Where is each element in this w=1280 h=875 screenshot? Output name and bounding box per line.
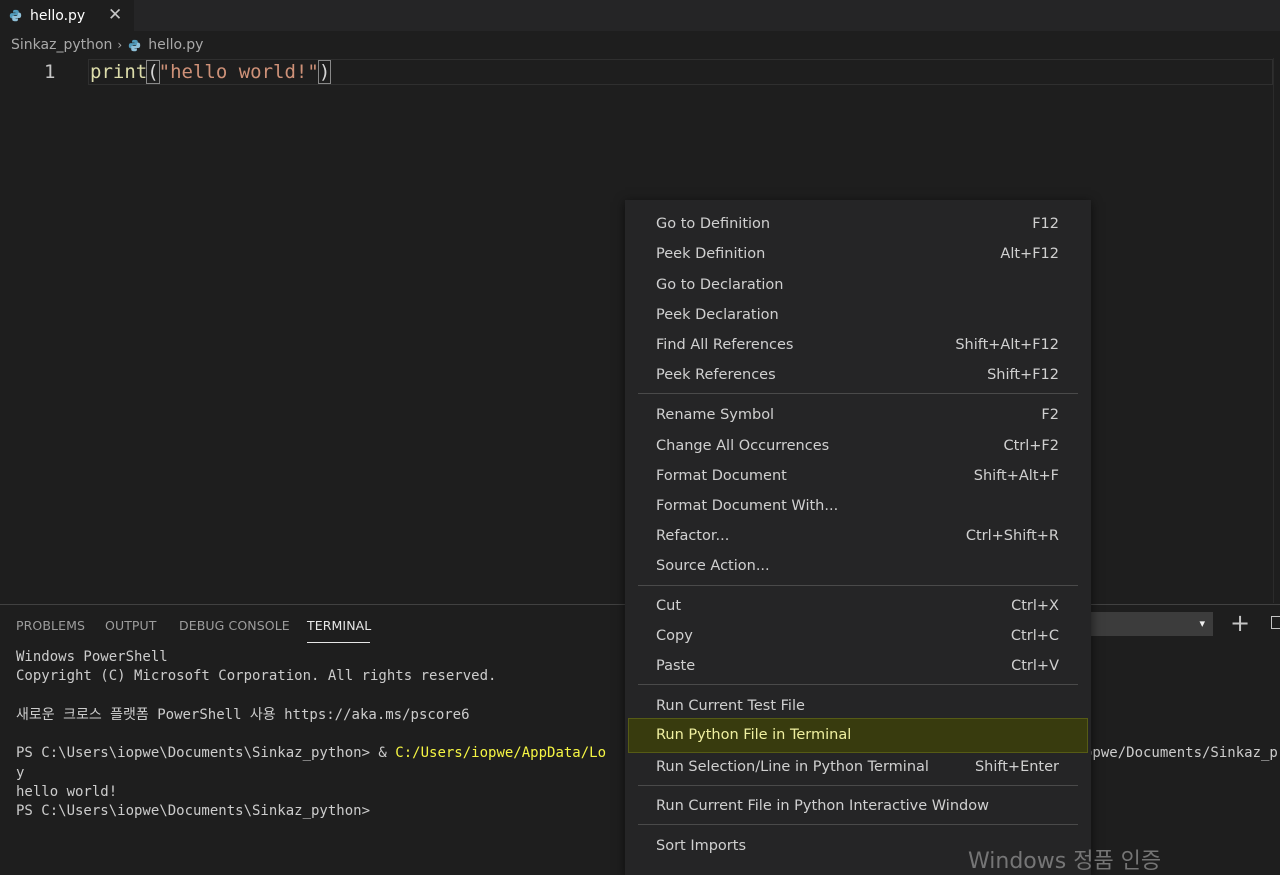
terminal-output[interactable]: Windows PowerShell Copyright (C) Microsof… bbox=[16, 648, 606, 822]
menu-item-find-all-references[interactable]: Find All References Shift+Alt+F12 bbox=[633, 333, 1083, 359]
tab-problems[interactable]: PROBLEMS bbox=[16, 618, 85, 633]
terminal-line: hello world! bbox=[16, 784, 118, 801]
menu-item-rename-symbol[interactable]: Rename Symbol F2 bbox=[633, 403, 1083, 429]
terminal-command-path: C:/Users/iopwe/AppData/Lo bbox=[395, 745, 607, 762]
menu-item-peek-declaration[interactable]: Peek Declaration bbox=[633, 303, 1083, 329]
menu-item-go-to-definition[interactable]: Go to Definition F12 bbox=[633, 212, 1083, 238]
code-paren-close: ) bbox=[317, 60, 332, 84]
tab-output[interactable]: OUTPUT bbox=[105, 618, 157, 633]
breadcrumb-file[interactable]: hello.py bbox=[148, 37, 203, 53]
terminal-line: ​ bbox=[16, 687, 606, 706]
python-icon bbox=[129, 39, 141, 51]
terminal-line: ​ bbox=[16, 725, 606, 744]
menu-item-run-python-file-in-terminal[interactable]: Run Python File in Terminal bbox=[628, 718, 1088, 753]
terminal-line: y bbox=[16, 764, 25, 781]
menu-separator bbox=[638, 684, 1078, 685]
terminal-select-dropdown[interactable]: ▾ bbox=[1088, 612, 1213, 636]
terminal-prompt-line: PS C:\Users\iopwe\Documents\Sinkaz_pytho… bbox=[16, 744, 606, 763]
tab-hello-py[interactable]: hello.py ✕ bbox=[0, 0, 134, 31]
terminal-prompt: PS C:\Users\iopwe\Documents\Sinkaz_pytho… bbox=[16, 745, 396, 762]
menu-item-cut[interactable]: Cut Ctrl+X bbox=[633, 594, 1083, 620]
menu-item-copy[interactable]: Copy Ctrl+C bbox=[633, 624, 1083, 650]
tab-bar: hello.py ✕ bbox=[0, 0, 1280, 31]
terminal-line-tail: opwe/Documents/Sinkaz_p bbox=[1084, 745, 1278, 761]
code-paren-open: ( bbox=[146, 60, 160, 84]
split-terminal-icon[interactable] bbox=[1271, 616, 1280, 629]
code-string: "hello world!" bbox=[158, 61, 319, 83]
menu-separator bbox=[638, 824, 1078, 825]
menu-item-run-selection-line[interactable]: Run Selection/Line in Python Terminal Shi… bbox=[633, 755, 1083, 781]
terminal-line: PS C:\Users\iopwe\Documents\Sinkaz_pytho… bbox=[16, 803, 371, 820]
code-function: print bbox=[90, 61, 148, 83]
terminal-line: 새로운 크로스 플랫폼 PowerShell 사용 https://aka.ms… bbox=[16, 706, 470, 723]
breadcrumb: Sinkaz_python › hello.py bbox=[11, 35, 203, 55]
active-tab-indicator bbox=[307, 642, 370, 643]
terminal-line: Windows PowerShell bbox=[16, 649, 168, 665]
menu-item-go-to-declaration[interactable]: Go to Declaration bbox=[633, 273, 1083, 299]
code-line[interactable]: print("hello world!") bbox=[90, 60, 332, 84]
menu-item-peek-references[interactable]: Peek References Shift+F12 bbox=[633, 363, 1083, 389]
menu-item-peek-definition[interactable]: Peek Definition Alt+F12 bbox=[633, 242, 1083, 268]
line-number: 1 bbox=[44, 61, 56, 83]
tab-terminal[interactable]: TERMINAL bbox=[307, 618, 371, 633]
chevron-right-icon: › bbox=[117, 38, 123, 52]
tab-debug-console[interactable]: DEBUG CONSOLE bbox=[179, 618, 290, 633]
editor-scrollbar[interactable] bbox=[1273, 58, 1280, 603]
menu-separator bbox=[638, 785, 1078, 786]
menu-item-format-document-with[interactable]: Format Document With... bbox=[633, 494, 1083, 520]
tab-label: hello.py bbox=[30, 7, 86, 24]
chevron-down-icon: ▾ bbox=[1199, 617, 1205, 630]
menu-item-run-current-file-interactive[interactable]: Run Current File in Python Interactive W… bbox=[633, 794, 1083, 820]
menu-item-run-current-test-file[interactable]: Run Current Test File bbox=[633, 694, 1083, 720]
breadcrumb-folder[interactable]: Sinkaz_python bbox=[11, 37, 112, 53]
menu-item-paste[interactable]: Paste Ctrl+V bbox=[633, 654, 1083, 680]
close-icon[interactable]: ✕ bbox=[108, 0, 122, 31]
menu-item-format-document[interactable]: Format Document Shift+Alt+F bbox=[633, 464, 1083, 490]
menu-separator bbox=[638, 393, 1078, 394]
context-menu: Go to Definition F12 Peek Definition Alt+F… bbox=[625, 200, 1091, 875]
plus-icon[interactable]: + bbox=[1230, 610, 1250, 636]
menu-separator bbox=[638, 585, 1078, 586]
python-icon bbox=[9, 9, 22, 22]
terminal-line: Copyright (C) Microsoft Corporation. All… bbox=[16, 668, 497, 685]
menu-item-source-action[interactable]: Source Action... bbox=[633, 554, 1083, 580]
windows-activation-watermark: Windows 정품 인증 bbox=[968, 849, 1162, 874]
menu-item-refactor[interactable]: Refactor... Ctrl+Shift+R bbox=[633, 524, 1083, 550]
menu-item-change-all-occurrences[interactable]: Change All Occurrences Ctrl+F2 bbox=[633, 434, 1083, 460]
